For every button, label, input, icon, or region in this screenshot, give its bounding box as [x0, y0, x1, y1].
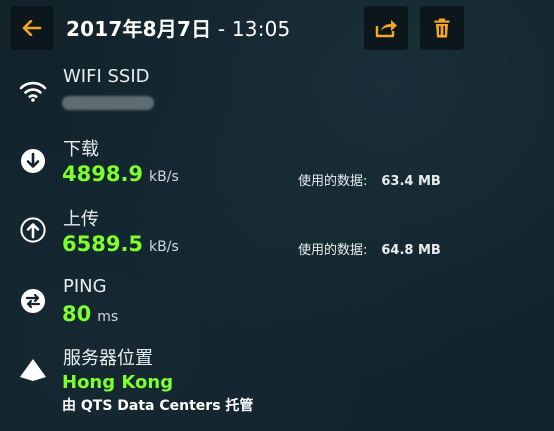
arrow-left-icon — [22, 20, 42, 36]
header-bar: 2017年8月7日 - 13:05 — [0, 0, 554, 56]
upload-speed-value: 6589.5 — [62, 232, 144, 256]
title-date: 2017年8月7日 — [66, 17, 212, 41]
download-arrow-icon — [18, 146, 48, 176]
upload-speed-unit: kB/s — [149, 239, 179, 255]
upload-data-used-value: 64.8 MB — [381, 243, 441, 258]
download-data-used: 使用的数据: 63.4 MB — [298, 170, 441, 189]
back-button[interactable] — [10, 6, 54, 50]
trash-icon — [434, 18, 450, 38]
share-button[interactable] — [364, 6, 408, 50]
download-speed-unit: kB/s — [149, 169, 179, 185]
title-separator: - — [211, 17, 232, 41]
ping-unit: ms — [97, 309, 119, 325]
ping-icon — [18, 286, 48, 316]
download-data-used-value: 63.4 MB — [381, 174, 441, 189]
upload-data-used: 使用的数据: 64.8 MB — [298, 239, 441, 258]
upload-arrow-icon — [18, 215, 48, 245]
upload-speed: 6589.5 kB/s — [62, 232, 179, 256]
ping-value: 80 — [62, 302, 92, 326]
server-host: 由 QTS Data Centers 托管 — [62, 398, 254, 414]
download-speed: 4898.9 kB/s — [62, 162, 179, 186]
location-triangle-icon — [18, 355, 48, 385]
download-data-used-label: 使用的数据: — [298, 174, 368, 189]
ping-result: 80 ms — [62, 302, 118, 326]
server-location-value: Hong Kong — [62, 372, 174, 393]
download-speed-value: 4898.9 — [62, 162, 144, 186]
wifi-icon — [18, 76, 48, 106]
delete-button[interactable] — [420, 6, 464, 50]
share-icon — [375, 20, 397, 38]
page-title: 2017年8月7日 - 13:05 — [66, 13, 290, 42]
upload-label: 上传 — [63, 209, 99, 230]
title-time: 13:05 — [231, 17, 291, 41]
download-label: 下载 — [63, 139, 99, 160]
server-location-label: 服务器位置 — [63, 348, 153, 369]
wifi-ssid-label: WIFI SSID — [63, 66, 150, 87]
ping-label: PING — [63, 276, 107, 297]
ssid-value-redacted — [62, 96, 154, 110]
upload-data-used-label: 使用的数据: — [298, 243, 368, 258]
